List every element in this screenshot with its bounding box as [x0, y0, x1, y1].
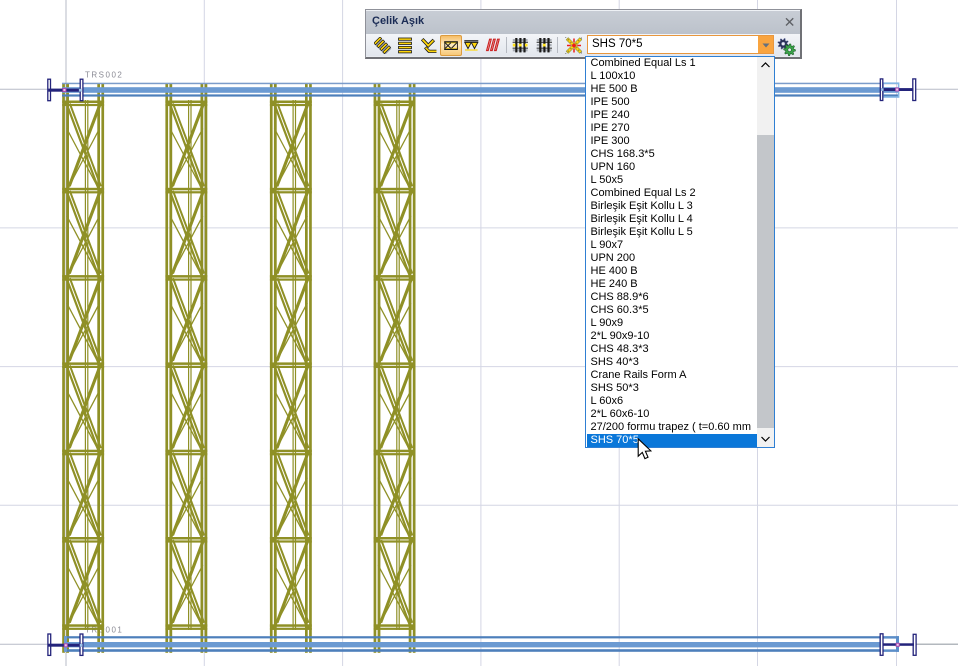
svg-text:TRS001: TRS001 — [85, 626, 123, 635]
svg-text:TRS002: TRS002 — [85, 71, 123, 80]
